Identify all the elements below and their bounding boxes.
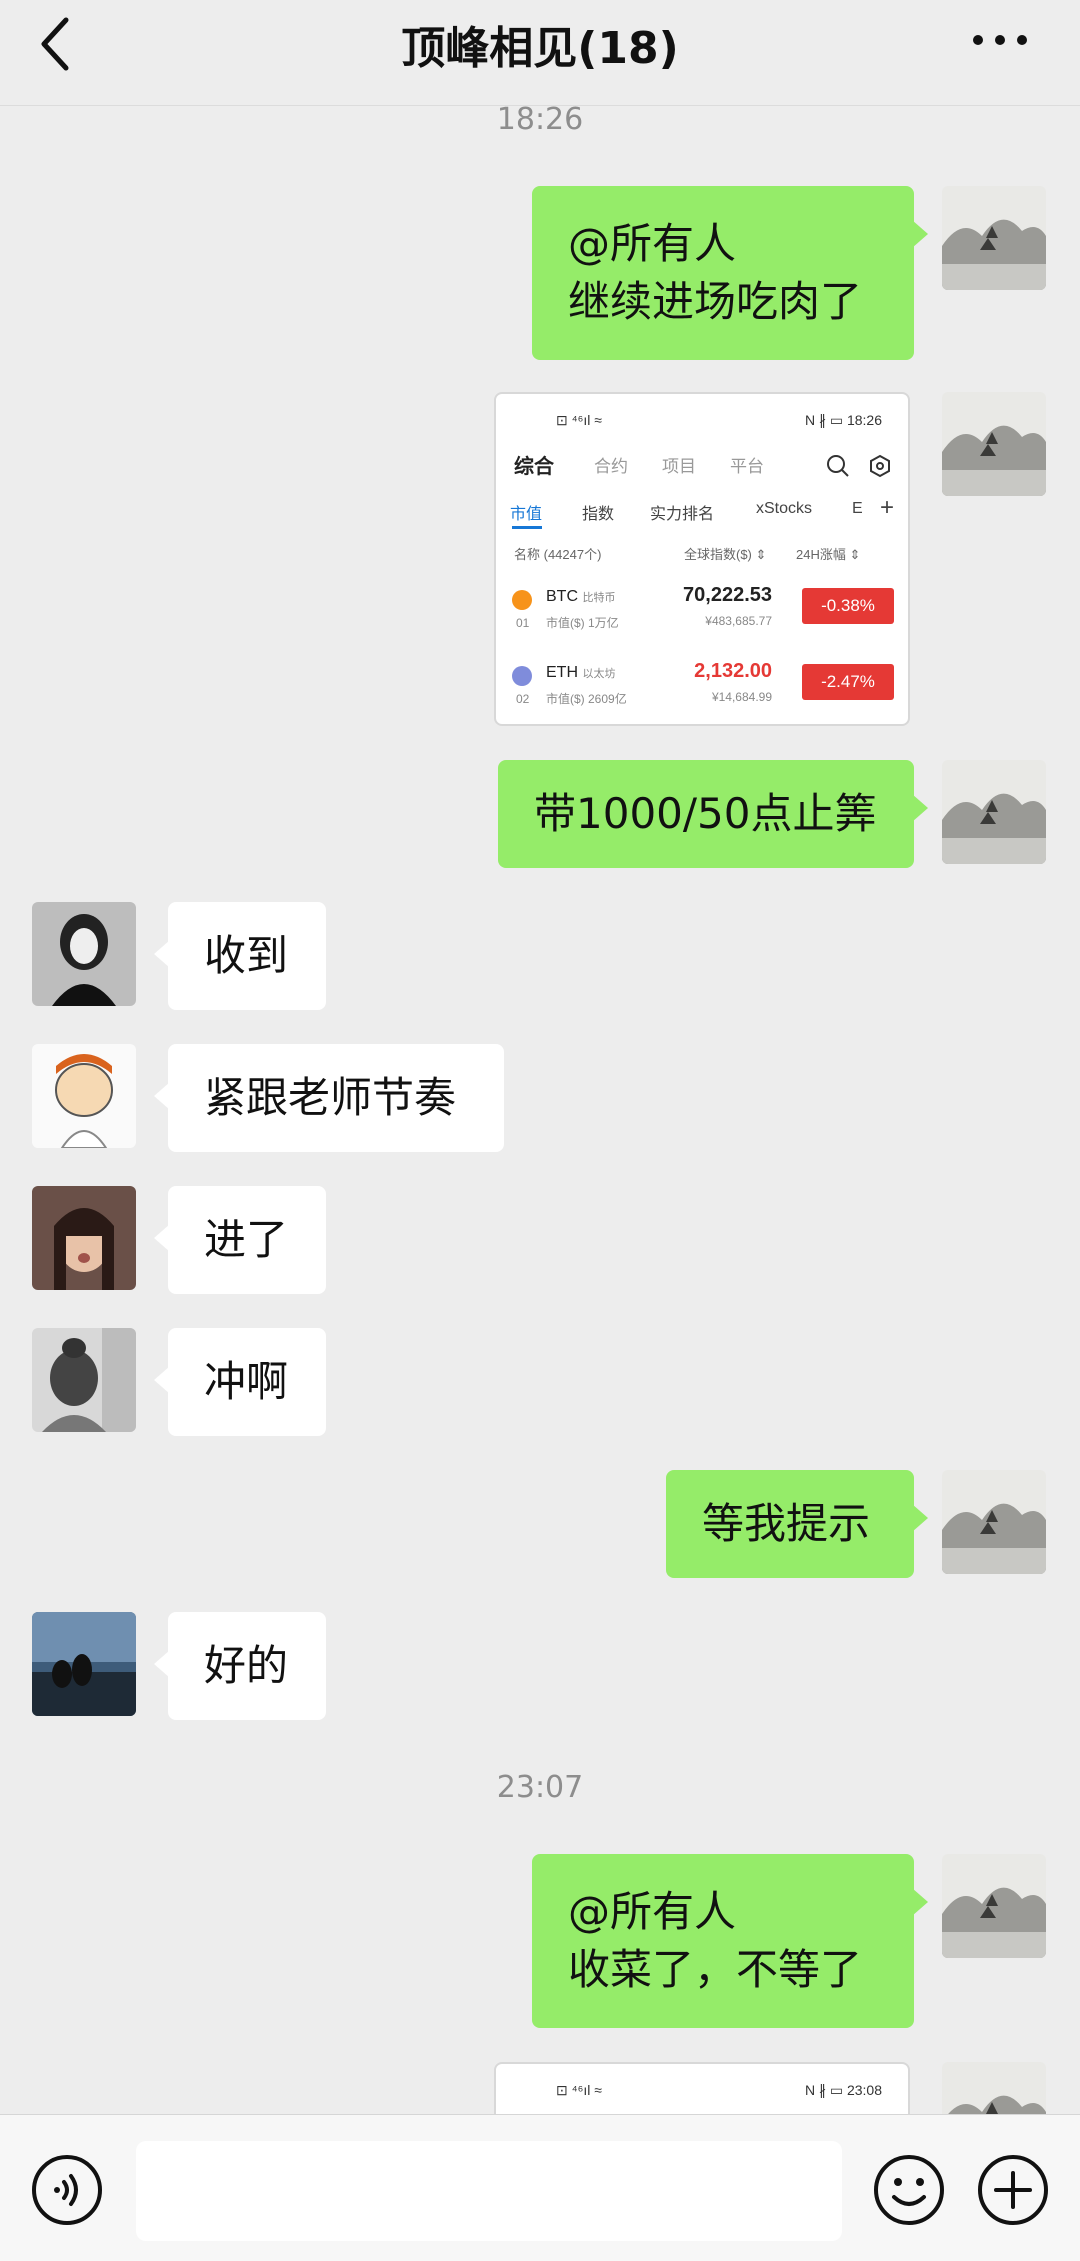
tab-heyue: 合约 xyxy=(594,457,628,476)
image-message-app-screenshot[interactable]: ⊡ ⁴⁶ıl ≈ N ∦ ▭ 18:26 综合 合约 项目 平台 市值 指数 实… xyxy=(494,392,910,726)
avatar-member[interactable] xyxy=(32,1186,136,1290)
search-icon xyxy=(827,455,849,477)
message-bubble-own[interactable]: @所有人 继续进场吃肉了 xyxy=(532,186,928,360)
voice-icon[interactable] xyxy=(30,2153,104,2227)
avatar-member[interactable] xyxy=(32,1612,136,1716)
settings-icon xyxy=(870,454,890,478)
message-input[interactable] xyxy=(136,2141,842,2241)
message-line: @所有人 xyxy=(568,1887,737,1936)
subtab-ranking: 实力排名 xyxy=(650,506,715,523)
avatar-self[interactable] xyxy=(942,1470,1046,1574)
coin-row: 01 BTC 比特币 市值($) 1万亿 70,222.53 ¥483,685.… xyxy=(496,572,908,648)
message-bubble-other[interactable]: 冲啊 xyxy=(154,1328,326,1436)
message-text: 带1000/50点止筭 xyxy=(534,789,877,838)
tab-pingtai: 平台 xyxy=(730,457,764,476)
subtab-e: E xyxy=(852,500,863,517)
message-bubble-own[interactable]: @所有人 收菜了，不等了 xyxy=(532,1854,928,2028)
tab-xiangmu: 项目 xyxy=(662,457,696,476)
col-name: 名称 (44247个) xyxy=(514,547,602,562)
list-header: 名称 (44247个) 全球指数($) ⇕ 24H涨幅 ⇕ xyxy=(496,532,908,572)
emoji-icon[interactable] xyxy=(872,2153,946,2227)
message-bubble-other[interactable]: 紧跟老师节奏 xyxy=(154,1044,504,1152)
message-text: 收到 xyxy=(204,931,289,980)
active-tab-underline xyxy=(512,526,542,529)
message-bubble-own[interactable]: 带1000/50点止筭 xyxy=(498,760,928,868)
avatar-self[interactable] xyxy=(942,392,1046,496)
message-text: 进了 xyxy=(204,1215,289,1264)
avatar-self[interactable] xyxy=(942,760,1046,864)
plus-icon[interactable] xyxy=(976,2153,1050,2227)
more-dots-icon[interactable] xyxy=(970,32,1030,48)
message-bubble-own[interactable]: 等我提示 xyxy=(666,1470,928,1578)
col-price: 全球指数($) ⇕ xyxy=(684,547,767,562)
message-text: 好的 xyxy=(204,1641,289,1690)
message-line: 继续进场吃肉了 xyxy=(568,277,863,326)
chat-title: 顶峰相见(18) xyxy=(401,23,679,74)
subtab-zhishu: 指数 xyxy=(582,506,615,523)
tab-zonghe: 综合 xyxy=(514,456,554,478)
timestamp: 18:26 xyxy=(496,102,584,137)
col-change: 24H涨幅 ⇕ xyxy=(796,547,861,562)
message-text: 冲啊 xyxy=(204,1357,289,1406)
ethereum-icon xyxy=(512,666,532,686)
message-text: 紧跟老师节奏 xyxy=(204,1073,457,1122)
coin-row: 02 ETH 以太坊 市值($) 2609亿 2,132.00 ¥14,684.… xyxy=(496,648,908,724)
message-line: 收菜了，不等了 xyxy=(568,1945,863,1994)
market-main-tabs: 综合 合约 项目 平台 xyxy=(496,444,908,488)
message-line: @所有人 xyxy=(568,219,737,268)
market-sub-tabs: 市值 指数 实力排名 xStocks E + xyxy=(496,488,908,532)
message-bubble-other[interactable]: 好的 xyxy=(154,1612,326,1720)
subtab-shizhi: 市值 xyxy=(510,506,543,523)
subtab-xstocks: xStocks xyxy=(756,500,813,517)
timestamp: 23:07 xyxy=(496,1770,584,1805)
message-bubble-other[interactable]: 进了 xyxy=(154,1186,326,1294)
message-bubble-other[interactable]: 收到 xyxy=(154,902,326,1010)
add-icon: + xyxy=(880,494,895,521)
chat-input-bar xyxy=(0,2114,1080,2261)
bitcoin-icon xyxy=(512,590,532,610)
avatar-self[interactable] xyxy=(942,1854,1046,1958)
avatar-member[interactable] xyxy=(32,902,136,1006)
phone-status-bar: ⊡ ⁴⁶ıl ≈ N ∦ ▭ 23:08 xyxy=(556,2082,882,2098)
avatar-member[interactable] xyxy=(32,1044,136,1148)
chat-header: 顶峰相见(18) xyxy=(0,0,1080,106)
avatar-self[interactable] xyxy=(942,186,1046,290)
avatar-member[interactable] xyxy=(32,1328,136,1432)
message-text: 等我提示 xyxy=(702,1499,871,1548)
phone-status-bar: ⊡ ⁴⁶ıl ≈ N ∦ ▭ 18:26 xyxy=(556,412,882,428)
